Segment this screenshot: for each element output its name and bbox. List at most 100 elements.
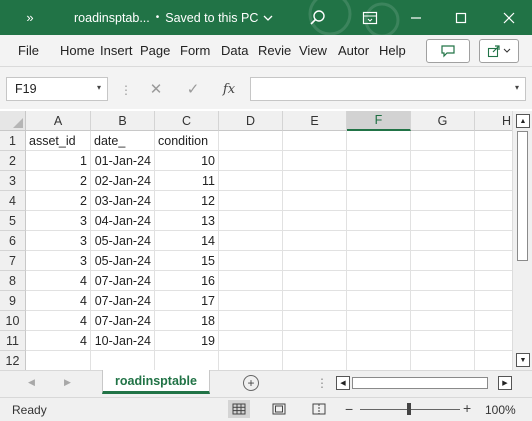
row-header-6[interactable]: 6: [0, 231, 26, 251]
cell-d1[interactable]: [219, 131, 283, 151]
enter-icon[interactable]: ✓: [180, 77, 206, 101]
cell-e11[interactable]: [283, 331, 347, 351]
previous-sheet-icon[interactable]: ◀: [28, 377, 35, 388]
sheet-tab-roadinsptable[interactable]: roadinsptable: [102, 370, 210, 394]
cell-b5[interactable]: 04-Jan-24: [91, 211, 155, 231]
scroll-down-icon[interactable]: ▼: [516, 353, 530, 367]
cell-c6[interactable]: 14: [155, 231, 219, 251]
cell-f1[interactable]: [347, 131, 411, 151]
cell-h9[interactable]: [475, 291, 512, 311]
cell-d3[interactable]: [219, 171, 283, 191]
cell-h6[interactable]: [475, 231, 512, 251]
ribbon-display-button[interactable]: [352, 0, 388, 35]
column-header-a[interactable]: A: [26, 111, 91, 131]
cell-g2[interactable]: [411, 151, 475, 171]
cell-f11[interactable]: [347, 331, 411, 351]
cell-e8[interactable]: [283, 271, 347, 291]
insert-function-icon[interactable]: fx: [216, 77, 242, 101]
cell-g9[interactable]: [411, 291, 475, 311]
cell-b3[interactable]: 02-Jan-24: [91, 171, 155, 191]
chevron-down-icon[interactable]: ▾: [97, 83, 101, 92]
cell-f2[interactable]: [347, 151, 411, 171]
comments-button[interactable]: [426, 39, 470, 63]
row-header-2[interactable]: 2: [0, 151, 26, 171]
cell-d9[interactable]: [219, 291, 283, 311]
cell-g1[interactable]: [411, 131, 475, 151]
scroll-left-icon[interactable]: ◀: [336, 376, 350, 390]
cell-d10[interactable]: [219, 311, 283, 331]
column-header-h[interactable]: H: [475, 111, 512, 131]
select-all-button[interactable]: [0, 111, 26, 131]
cell-h8[interactable]: [475, 271, 512, 291]
page-break-preview-button[interactable]: [308, 400, 330, 418]
row-header-7[interactable]: 7: [0, 251, 26, 271]
tab-splitter-icon[interactable]: ⋮: [316, 376, 328, 390]
row-header-3[interactable]: 3: [0, 171, 26, 191]
cell-f9[interactable]: [347, 291, 411, 311]
tab-file[interactable]: File: [18, 43, 39, 58]
normal-view-button[interactable]: [228, 400, 250, 418]
cell-h10[interactable]: [475, 311, 512, 331]
cell-d5[interactable]: [219, 211, 283, 231]
cell-d7[interactable]: [219, 251, 283, 271]
cell-c5[interactable]: 13: [155, 211, 219, 231]
cell-a5[interactable]: 3: [26, 211, 91, 231]
cell-e5[interactable]: [283, 211, 347, 231]
row-header-1[interactable]: 1: [0, 131, 26, 151]
cell-d6[interactable]: [219, 231, 283, 251]
cell-g5[interactable]: [411, 211, 475, 231]
tab-view[interactable]: View: [299, 43, 329, 58]
cell-f10[interactable]: [347, 311, 411, 331]
chevron-down-icon[interactable]: ▾: [515, 83, 519, 92]
cell-d2[interactable]: [219, 151, 283, 171]
cell-d8[interactable]: [219, 271, 283, 291]
cell-a3[interactable]: 2: [26, 171, 91, 191]
cell-c1[interactable]: condition: [155, 131, 219, 151]
cell-g4[interactable]: [411, 191, 475, 211]
column-header-d[interactable]: D: [219, 111, 283, 131]
cell-c3[interactable]: 11: [155, 171, 219, 191]
cell-a10[interactable]: 4: [26, 311, 91, 331]
cell-h1[interactable]: [475, 131, 512, 151]
cell-h11[interactable]: [475, 331, 512, 351]
vertical-scroll-thumb[interactable]: [517, 131, 528, 261]
zoom-out-icon[interactable]: −: [345, 401, 353, 417]
cell-g3[interactable]: [411, 171, 475, 191]
tab-automate[interactable]: Autor: [338, 43, 372, 58]
cell-f3[interactable]: [347, 171, 411, 191]
column-header-b[interactable]: B: [91, 111, 155, 131]
cell-b1[interactable]: date_: [91, 131, 155, 151]
cell-b10[interactable]: 07-Jan-24: [91, 311, 155, 331]
tab-home[interactable]: Home: [60, 43, 94, 58]
cell-a7[interactable]: 3: [26, 251, 91, 271]
cell-c10[interactable]: 18: [155, 311, 219, 331]
quick-access-chevron-icon[interactable]: »: [18, 0, 42, 35]
cell-g10[interactable]: [411, 311, 475, 331]
column-header-f[interactable]: F: [347, 111, 411, 131]
next-sheet-icon[interactable]: ▶: [64, 377, 71, 388]
formula-input[interactable]: ▾: [250, 77, 526, 101]
cell-f7[interactable]: [347, 251, 411, 271]
cell-d11[interactable]: [219, 331, 283, 351]
add-sheet-icon[interactable]: +: [243, 375, 259, 391]
cell-a12[interactable]: [26, 351, 91, 370]
cell-c12[interactable]: [155, 351, 219, 370]
cell-h4[interactable]: [475, 191, 512, 211]
scroll-right-icon[interactable]: ▶: [498, 376, 512, 390]
cell-h5[interactable]: [475, 211, 512, 231]
zoom-in-icon[interactable]: +: [463, 400, 471, 416]
cell-b11[interactable]: 10-Jan-24: [91, 331, 155, 351]
cell-a11[interactable]: 4: [26, 331, 91, 351]
cell-b12[interactable]: [91, 351, 155, 370]
cell-a4[interactable]: 2: [26, 191, 91, 211]
cell-h3[interactable]: [475, 171, 512, 191]
row-header-4[interactable]: 4: [0, 191, 26, 211]
spreadsheet-grid[interactable]: A B C D E F G H 1 asset_id date_ condition 2 1 01-Jan-…: [0, 111, 512, 370]
cell-b2[interactable]: 01-Jan-24: [91, 151, 155, 171]
cell-c2[interactable]: 10: [155, 151, 219, 171]
cell-h7[interactable]: [475, 251, 512, 271]
horizontal-scroll-thumb[interactable]: [352, 377, 488, 389]
cell-b6[interactable]: 05-Jan-24: [91, 231, 155, 251]
row-header-9[interactable]: 9: [0, 291, 26, 311]
horizontal-scrollbar[interactable]: ◀ ▶: [336, 375, 512, 391]
